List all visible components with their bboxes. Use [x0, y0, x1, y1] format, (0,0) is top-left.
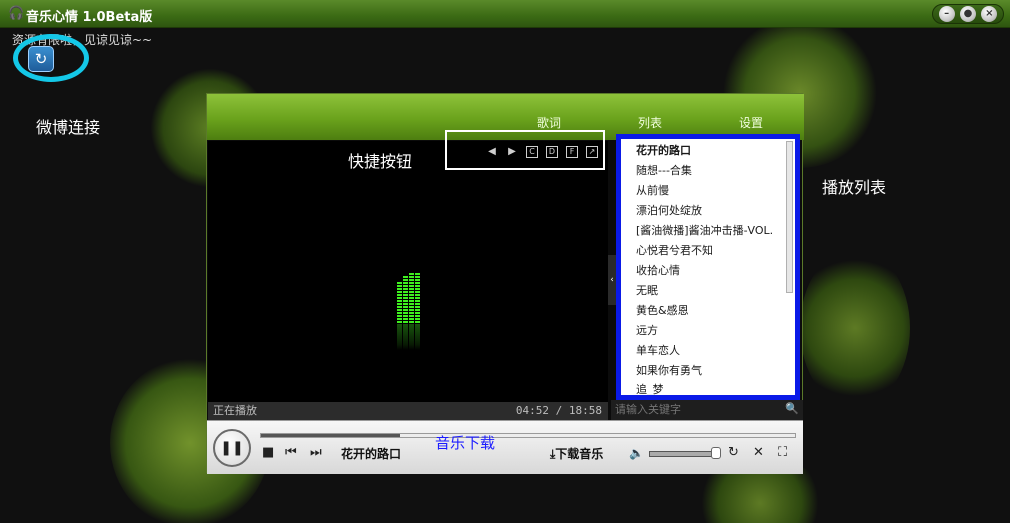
- window-controls: – ● ×: [932, 4, 1004, 24]
- headphones-icon: 🎧: [8, 6, 25, 21]
- restore-button[interactable]: ●: [959, 6, 976, 22]
- eq-reflection: [415, 324, 420, 350]
- now-playing-title: 花开的路口: [341, 447, 402, 461]
- d-button-icon[interactable]: D: [546, 146, 558, 158]
- pause-button[interactable]: ❚❚: [213, 429, 251, 467]
- next-track-icon[interactable]: ⏭: [310, 446, 322, 460]
- previous-track-icon[interactable]: ⏮: [285, 446, 297, 460]
- tab-playlist[interactable]: 列表: [638, 114, 662, 131]
- next-icon[interactable]: ▶: [506, 146, 518, 158]
- eq-reflection: [409, 324, 414, 350]
- status-text: 正在播放: [213, 404, 257, 417]
- vine-decoration: [800, 248, 910, 408]
- shuffle-icon[interactable]: ✕: [753, 446, 764, 460]
- visualizer-area: [208, 141, 608, 402]
- quick-buttons: ◀ ▶ C D F ↗: [486, 146, 598, 158]
- weibo-annotation: 微博连接: [36, 118, 101, 137]
- eq-bar: [403, 275, 408, 323]
- time-readout: 04:52 / 18:58: [515, 404, 602, 417]
- expand-icon[interactable]: ↗: [586, 146, 598, 158]
- playlist-highlight: [616, 134, 800, 400]
- fullscreen-icon[interactable]: ⛶: [778, 446, 787, 460]
- search-input[interactable]: [615, 402, 785, 418]
- playlist-toggle-button[interactable]: ‹: [608, 255, 616, 305]
- f-button-icon[interactable]: F: [566, 146, 578, 158]
- eq-bar: [415, 273, 420, 323]
- progress-fill: [261, 434, 400, 437]
- volume-fill: [650, 452, 715, 456]
- eq-bar: [397, 281, 402, 323]
- download-button[interactable]: ⤓下载音乐: [550, 445, 603, 462]
- volume-slider[interactable]: [649, 451, 719, 457]
- volume-knob[interactable]: [710, 447, 721, 459]
- c-button-icon[interactable]: C: [526, 146, 538, 158]
- stop-icon[interactable]: ■: [262, 446, 274, 460]
- weibo-connect-button[interactable]: ↻: [28, 46, 54, 72]
- previous-icon[interactable]: ◀: [486, 146, 498, 158]
- eq-reflection: [403, 324, 408, 350]
- volume-icon[interactable]: 🔈: [629, 446, 644, 460]
- window-title: 音乐心情 1.0Beta版: [26, 10, 153, 25]
- quick-buttons-annotation: 快捷按钮: [348, 152, 413, 171]
- progress-bar[interactable]: [260, 433, 796, 438]
- control-bar: ❚❚ ■ ⏮ ⏭ 花开的路口 ⤓下载音乐 🔈 ↻ ✕ ⛶: [207, 420, 803, 474]
- eq-bar: [409, 273, 414, 323]
- tab-lyrics[interactable]: 歌词: [537, 114, 561, 131]
- title-bar: 🎧 音乐心情 1.0Beta版 – ● ×: [0, 0, 1010, 28]
- minimize-button[interactable]: –: [938, 6, 955, 22]
- playlist-search: 🔍: [611, 400, 803, 420]
- tab-settings[interactable]: 设置: [739, 114, 763, 131]
- download-annotation: 音乐下载: [435, 434, 496, 452]
- status-bar: 正在播放 04:52 / 18:58: [208, 402, 608, 420]
- eq-reflection: [397, 324, 402, 350]
- playlist-annotation: 播放列表: [822, 178, 887, 197]
- search-icon[interactable]: 🔍: [785, 402, 799, 415]
- repeat-icon[interactable]: ↻: [728, 446, 739, 460]
- close-button[interactable]: ×: [981, 6, 998, 22]
